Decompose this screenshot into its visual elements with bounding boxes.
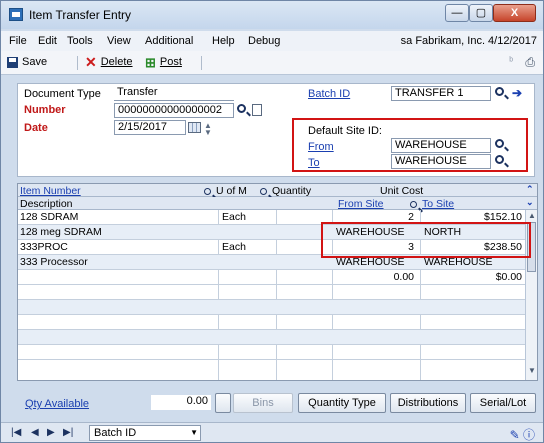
row-cell: 333 Processor	[20, 256, 88, 268]
delete-label: Delete	[100, 56, 133, 68]
grid-header-row-1: Item Number U of M Quantity Unit Cost ⌃	[18, 184, 537, 197]
from-site-column-header[interactable]: From Site	[338, 198, 384, 210]
document-type-field[interactable]: Transfer	[114, 86, 234, 101]
batch-id-lookup-button[interactable]	[494, 86, 508, 100]
bottom-button-bar: Qty Available 0.00 Bins Quantity Type Di…	[1, 393, 543, 415]
browse-by-value: Batch ID	[94, 427, 137, 439]
item-transfer-entry-window: Item Transfer Entry — ▢ X File Edit Tool…	[0, 0, 544, 443]
number-label: Number	[24, 104, 66, 116]
company-info: sa Fabrikam, Inc. 4/12/2017	[400, 35, 537, 47]
save-icon	[7, 56, 18, 68]
title-bar: Item Transfer Entry — ▢ X	[1, 1, 543, 29]
search-icon	[237, 104, 246, 113]
menu-help[interactable]: Help	[212, 35, 235, 47]
toolbar-separator	[77, 56, 78, 70]
description-column-header: Description	[20, 198, 73, 210]
row-cell: 0.00	[393, 271, 414, 283]
to-site-column-header[interactable]: To Site	[422, 198, 454, 210]
batch-expand-arrow-icon[interactable]: ➔	[512, 87, 522, 99]
menu-bar: File Edit Tools View Additional Help Deb…	[1, 31, 543, 51]
save-button[interactable]: Save	[7, 56, 47, 68]
minimize-button[interactable]: —	[445, 4, 469, 22]
row-cell: 128 meg SDRAM	[20, 226, 102, 238]
highlight-box-row-sites	[321, 222, 531, 258]
bins-button[interactable]: Bins	[233, 393, 293, 413]
lookup-icon-small[interactable]	[410, 198, 417, 210]
batch-id-link[interactable]: Batch ID	[308, 88, 350, 100]
qty-available-link[interactable]: Qty Available	[25, 398, 89, 410]
post-label: Post	[159, 56, 182, 68]
date-spinner-icon[interactable]: ▲ ▼	[204, 122, 212, 137]
lookup-icon-small[interactable]	[260, 185, 267, 197]
last-record-icon[interactable]: ▶|	[63, 427, 73, 438]
date-label: Date	[24, 122, 48, 134]
window-title: Item Transfer Entry	[29, 8, 132, 22]
post-button[interactable]: ⊞ Post	[145, 54, 182, 70]
maximize-button[interactable]: ▢	[469, 4, 493, 22]
distributions-button[interactable]: Distributions	[390, 393, 466, 413]
highlight-box-default-site	[292, 118, 528, 172]
first-record-icon[interactable]: |◀	[11, 427, 21, 438]
menu-view[interactable]: View	[107, 35, 131, 47]
row-cell: Each	[222, 211, 246, 223]
transfer-line-grid: Item Number U of M Quantity Unit Cost ⌃ …	[17, 183, 538, 381]
number-lookup-button[interactable]	[236, 103, 250, 117]
app-icon	[9, 8, 23, 21]
table-row[interactable]	[18, 285, 525, 300]
menu-edit[interactable]: Edit	[38, 35, 57, 47]
table-row[interactable]	[18, 330, 525, 345]
delete-icon: ✕	[85, 53, 97, 70]
close-button[interactable]: X	[493, 4, 536, 22]
qty-available-value: 0.00	[151, 395, 211, 410]
expand-rows-icon[interactable]: ⌄	[526, 197, 534, 208]
new-document-icon[interactable]	[252, 104, 262, 116]
help-icon[interactable]: ᵇ	[509, 56, 513, 67]
grid-header-row-2: Description From Site To Site ⌄	[18, 197, 537, 210]
table-row[interactable]: 0.00 $0.00	[18, 270, 525, 285]
quantity-column-header: Quantity	[272, 185, 312, 197]
item-number-column-header[interactable]: Item Number	[20, 185, 81, 197]
menu-additional[interactable]: Additional	[145, 35, 193, 47]
browse-by-dropdown[interactable]: Batch ID ▼	[89, 425, 201, 441]
next-record-icon[interactable]: ▶	[47, 427, 55, 438]
lookup-icon-small[interactable]	[204, 185, 211, 197]
menu-tools[interactable]: Tools	[67, 35, 93, 47]
menu-debug[interactable]: Debug	[248, 35, 280, 47]
row-cell: 333PROC	[20, 241, 68, 253]
row-cell: $0.00	[495, 271, 522, 283]
collapse-rows-icon[interactable]: ⌃	[526, 184, 534, 195]
table-row[interactable]	[18, 300, 525, 315]
serial-lot-button[interactable]: Serial/Lot	[470, 393, 536, 413]
row-cell: 128 SDRAM	[20, 211, 79, 223]
qty-available-toggle	[215, 393, 231, 413]
chevron-down-icon: ▼	[190, 428, 198, 437]
quantity-type-button[interactable]: Quantity Type	[298, 393, 386, 413]
toolbar: Save ✕ Delete ⊞ Post ᵇ ⎙	[1, 51, 543, 75]
note-and-help-icons[interactable]: ✎ ⓘ	[510, 426, 535, 443]
table-row[interactable]	[18, 315, 525, 330]
toolbar-separator	[201, 56, 202, 70]
previous-record-icon[interactable]: ◀	[31, 427, 39, 438]
row-cell: Each	[222, 241, 246, 253]
u-of-m-column-header: U of M	[216, 185, 247, 197]
number-field[interactable]: 00000000000000002	[114, 103, 234, 118]
scroll-down-icon[interactable]: ▼	[528, 366, 536, 375]
calendar-icon[interactable]	[188, 122, 201, 133]
unit-cost-column-header: Unit Cost	[380, 185, 424, 197]
status-bar: |◀ ◀ ▶ ▶| Batch ID ▼ ✎ ⓘ	[1, 422, 543, 442]
post-icon: ⊞	[145, 54, 156, 70]
date-field[interactable]: 2/15/2017	[114, 120, 186, 135]
search-icon	[495, 87, 504, 96]
print-icon[interactable]: ⎙	[525, 55, 535, 70]
scroll-up-icon[interactable]: ▲	[528, 211, 536, 220]
document-type-label: Document Type	[24, 88, 101, 100]
save-label: Save	[22, 56, 48, 68]
table-row[interactable]	[18, 345, 525, 360]
delete-button[interactable]: ✕ Delete	[85, 53, 133, 70]
menu-file[interactable]: File	[9, 35, 27, 47]
batch-id-field[interactable]: TRANSFER 1	[391, 86, 491, 101]
